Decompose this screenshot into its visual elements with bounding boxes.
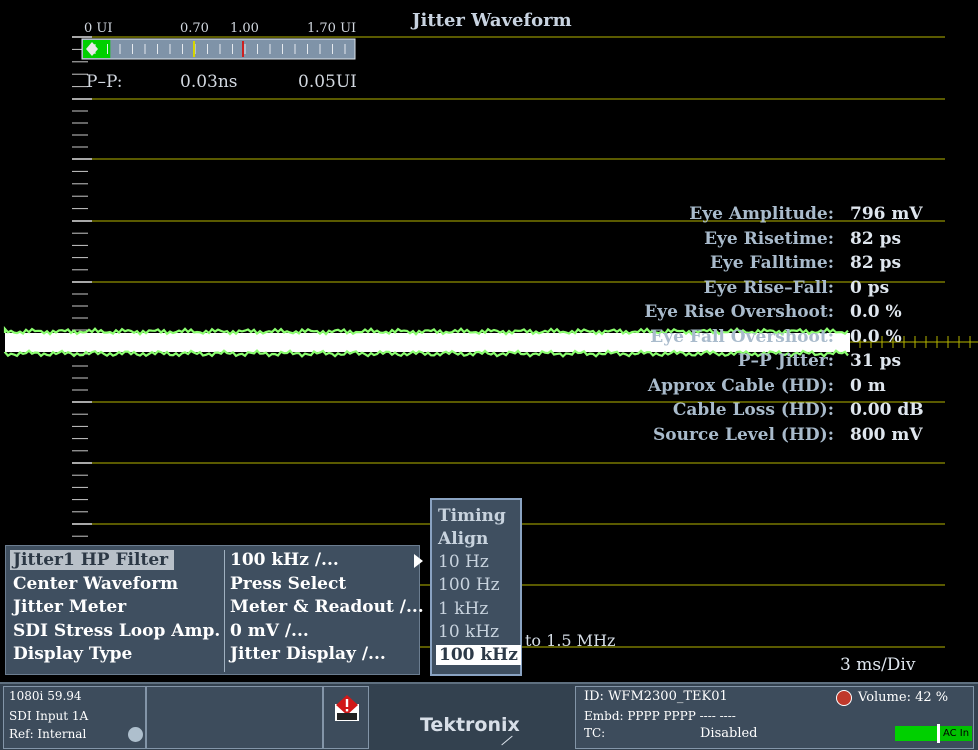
readout-row: Eye Rise–Fall: 0 ps <box>560 278 970 303</box>
readout-value: 0 m <box>850 375 886 396</box>
meter-pp-label: P–P: <box>86 72 123 92</box>
readout-row: Cable Loss (HD): 0.00 dB <box>560 400 970 425</box>
readout-value: 82 ps <box>850 253 902 273</box>
meter-pp-ns: 0.03ns <box>180 72 238 92</box>
readout-value: 82 ps <box>850 228 902 249</box>
submenu-option[interactable]: 100 kHz <box>436 645 521 666</box>
meter-scale-label-0: 0 UI <box>84 21 113 36</box>
empty-cell <box>146 686 323 749</box>
readout-label: Eye Falltime: <box>709 253 834 273</box>
submenu-header: Align <box>438 529 489 549</box>
frequency-note: to 1.5 MHz <box>525 631 616 650</box>
menu-item-label[interactable]: Display Type <box>13 644 132 664</box>
readout-row: Eye Fall Overshoot: 0.0 % <box>560 327 970 352</box>
readout-label: Approx Cable (HD): <box>647 375 834 396</box>
status-led-icon <box>128 727 143 742</box>
readout-label: Eye Risetime: <box>704 228 834 249</box>
readout-row: P–P Jitter: 31 ps <box>560 351 970 376</box>
brand-logo: Tektronix <box>420 714 520 736</box>
page-title: Jitter Waveform <box>412 10 572 31</box>
eye-measurements: Eye Amplitude: 796 mV Eye Risetime: 82 ps Ey… <box>560 204 970 449</box>
readout-row: Source Level (HD): 800 mV <box>560 425 970 450</box>
timecode-value: Disabled <box>700 726 758 741</box>
menu-item-value[interactable]: Jitter Display /... <box>230 644 386 664</box>
readout-label: Eye Rise Overshoot: <box>644 302 834 322</box>
readout-row: Approx Cable (HD): 0 m <box>560 376 970 401</box>
menu-item-value[interactable]: 0 mV /... <box>230 621 309 641</box>
settings-menu: Jitter1 HP Filter 100 kHz /... Center Wave… <box>5 545 424 675</box>
readout-label: Eye Rise–Fall: <box>703 277 834 298</box>
signal-format: 1080i 59.94 <box>9 689 82 703</box>
readout-value: 796 mV <box>850 204 923 224</box>
readout-value: 0 ps <box>850 277 890 298</box>
readout-row: Eye Rise Overshoot: 0.0 % <box>560 302 970 327</box>
hp-filter-submenu: Timing Align 10 Hz 100 Hz 1 kHz 10 kHz 100 kHz <box>430 498 522 676</box>
meter-pp-ui: 0.05UI <box>298 72 357 92</box>
readout-value: 0.0 % <box>850 302 902 322</box>
waveform-display: Jitter Waveform 0 UI 0.70 1.00 1.70 UI P… <box>0 0 978 682</box>
readout-row: Eye Amplitude: 796 mV <box>560 204 970 229</box>
submenu-option[interactable]: 10 Hz <box>438 552 489 572</box>
readout-label: Eye Fall Overshoot: <box>650 326 834 347</box>
menu-item-value[interactable]: Press Select <box>230 574 346 594</box>
meter-scale-label-2: 1.00 <box>230 21 259 36</box>
readout-label: Source Level (HD): <box>652 424 834 445</box>
submenu-option[interactable]: 1 kHz <box>438 599 488 619</box>
menu-item-value[interactable]: Meter & Readout /... <box>230 597 424 617</box>
timebase-readout: 3 ms/Div <box>840 655 916 675</box>
menu-item-label[interactable]: Jitter1 HP Filter <box>10 550 175 570</box>
timecode-label: TC: <box>584 726 606 740</box>
embedded-audio-status: Embd: PPPP PPPP ---- ---- <box>584 709 736 723</box>
readout-row: Eye Risetime: 82 ps <box>560 229 970 254</box>
readout-value: 31 ps <box>850 351 902 371</box>
readout-value: 0.0 % <box>850 326 902 347</box>
menu-divider <box>224 550 225 672</box>
jitter-meter-bar <box>81 38 356 60</box>
menu-item-label[interactable]: Center Waveform <box>13 574 178 594</box>
submenu-option[interactable]: 100 Hz <box>438 575 500 595</box>
submenu-arrow-icon <box>414 554 423 568</box>
submenu-option[interactable]: 10 kHz <box>438 622 499 642</box>
menu-item-value[interactable]: 100 kHz /... <box>230 550 339 570</box>
readout-value: 800 mV <box>850 424 923 445</box>
meter-scale-label-3: 1.70 UI <box>307 21 357 36</box>
readout-value: 0.00 dB <box>850 400 924 420</box>
volume-readout: Volume: 42 % <box>858 690 949 705</box>
menu-item-label[interactable]: Jitter Meter <box>13 597 126 617</box>
menu-item-label[interactable]: SDI Stress Loop Amp. <box>13 621 220 641</box>
instrument-id: ID: WFM2300_TEK01 <box>584 689 728 704</box>
ac-power-label: AC In <box>940 726 972 741</box>
readout-label: P–P Jitter: <box>737 351 834 371</box>
volume-mute-icon <box>836 690 852 706</box>
readout-label: Cable Loss (HD): <box>672 400 834 420</box>
readout-label: Eye Amplitude: <box>689 204 834 224</box>
meter-scale-label-1: 0.70 <box>180 21 209 36</box>
readout-row: Eye Falltime: 82 ps <box>560 253 970 278</box>
reference-source: Ref: Internal <box>9 727 87 741</box>
submenu-header: Timing <box>438 506 506 526</box>
signal-input: SDI Input 1A <box>9 709 89 723</box>
warning-icon[interactable] <box>334 694 360 722</box>
